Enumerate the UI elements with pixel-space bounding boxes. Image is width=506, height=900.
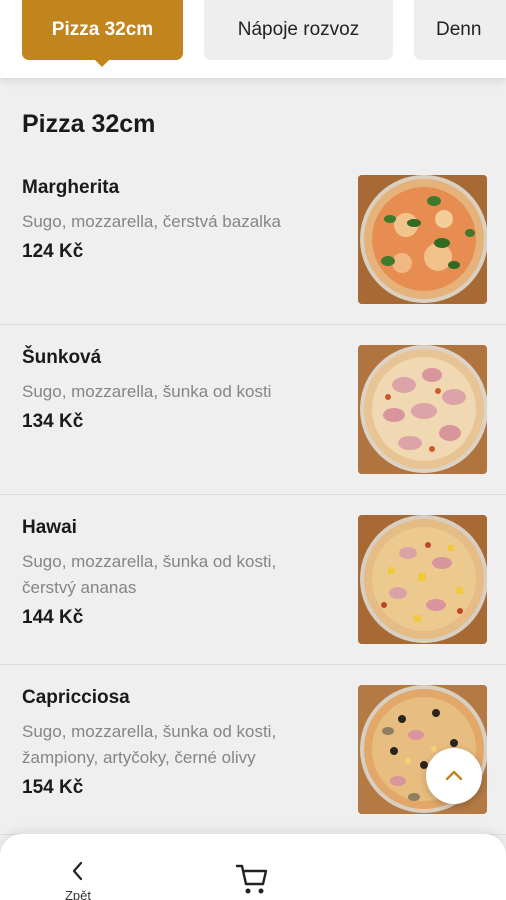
item-name: Capricciosa bbox=[22, 687, 130, 708]
menu-list: Margherita Sugo, mozzarella, čerstvá baz… bbox=[0, 155, 506, 835]
category-tabbar: Pizza 32cm Nápoje rozvoz Denn bbox=[0, 0, 506, 78]
menu-item-capricciosa[interactable]: Capricciosa Sugo, mozzarella, šunka od k… bbox=[0, 665, 506, 835]
item-description: Sugo, mozzarella, šunka od kosti, žampio… bbox=[22, 722, 277, 767]
item-description: Sugo, mozzarella, šunka od kosti, čerstv… bbox=[22, 552, 277, 597]
item-price: 124 Kč bbox=[22, 241, 84, 262]
item-price: 134 Kč bbox=[22, 411, 84, 432]
bottom-navigation: Zpět bbox=[0, 834, 506, 900]
tab-denni[interactable]: Denn bbox=[414, 0, 506, 60]
item-description: Sugo, mozzarella, čerstvá bazalka bbox=[22, 212, 281, 231]
item-name: Margherita bbox=[22, 177, 120, 198]
tab-label: Nápoje rozvoz bbox=[237, 19, 360, 40]
section-title: Pizza 32cm bbox=[22, 110, 156, 138]
tab-napoje-rozvoz[interactable]: Nápoje rozvoz bbox=[204, 0, 393, 60]
item-name: Hawai bbox=[22, 517, 77, 538]
back-button[interactable]: Zpět bbox=[52, 858, 104, 900]
item-name: Šunková bbox=[22, 347, 102, 368]
item-image[interactable] bbox=[358, 515, 487, 644]
menu-item-sunkova[interactable]: Šunková Sugo, mozzarella, šunka od kosti… bbox=[0, 325, 506, 495]
pizza-image-margherita bbox=[358, 175, 487, 304]
menu-item-hawai[interactable]: Hawai Sugo, mozzarella, šunka od kosti, … bbox=[0, 495, 506, 665]
item-price: 154 Kč bbox=[22, 777, 84, 798]
pizza-image-sunkova bbox=[358, 345, 487, 474]
item-price: 144 Kč bbox=[22, 607, 84, 628]
tab-pizza-32cm[interactable]: Pizza 32cm bbox=[22, 0, 183, 60]
tab-label: Pizza 32cm bbox=[51, 19, 154, 40]
active-tab-indicator bbox=[94, 59, 110, 67]
chevron-left-icon bbox=[72, 861, 83, 881]
menu-item-margherita[interactable]: Margherita Sugo, mozzarella, čerstvá baz… bbox=[0, 155, 506, 325]
chevron-up-icon bbox=[445, 770, 463, 781]
item-image[interactable] bbox=[358, 175, 487, 304]
tab-label: Denn bbox=[436, 19, 482, 40]
item-description: Sugo, mozzarella, šunka od kosti bbox=[22, 382, 272, 401]
back-label: Zpět bbox=[64, 888, 91, 900]
cart-icon bbox=[235, 864, 268, 894]
item-image[interactable] bbox=[358, 345, 487, 474]
cart-button[interactable] bbox=[234, 860, 274, 900]
scroll-to-top-button[interactable] bbox=[426, 748, 482, 804]
pizza-image-hawai bbox=[358, 515, 487, 644]
